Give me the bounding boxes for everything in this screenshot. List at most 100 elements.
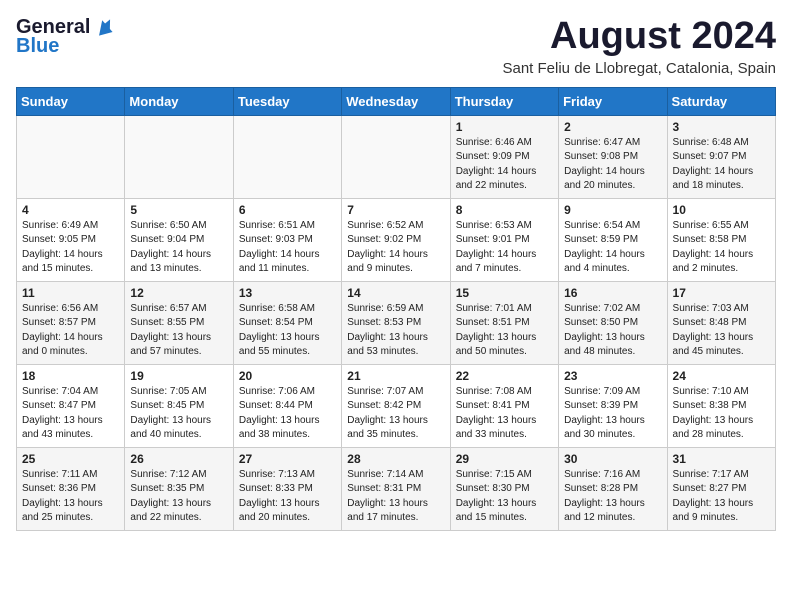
- day-info: Sunrise: 6:59 AMSunset: 8:53 PMDaylight:…: [347, 302, 444, 360]
- day-number: 22: [456, 369, 553, 383]
- day-info: Sunrise: 7:15 AMSunset: 8:30 PMDaylight:…: [456, 468, 553, 526]
- calendar-week-5: 25 Sunrise: 7:11 AMSunset: 8:36 PMDayligh…: [17, 447, 776, 530]
- calendar-week-3: 11 Sunrise: 6:56 AMSunset: 8:57 PMDayligh…: [17, 281, 776, 364]
- day-number: 19: [130, 369, 227, 383]
- day-number: 10: [673, 203, 770, 217]
- day-number: 28: [347, 452, 444, 466]
- col-sunday: Sunday: [17, 87, 125, 115]
- day-number: 31: [673, 452, 770, 466]
- day-info: Sunrise: 7:17 AMSunset: 8:27 PMDaylight:…: [673, 468, 770, 526]
- page-header: General Blue August 2024 Sant Feliu de L…: [16, 16, 776, 77]
- day-info: Sunrise: 7:04 AMSunset: 8:47 PMDaylight:…: [22, 385, 119, 443]
- day-number: 7: [347, 203, 444, 217]
- calendar-cell-w3-d0: 11 Sunrise: 6:56 AMSunset: 8:57 PMDayligh…: [17, 281, 125, 364]
- calendar-cell-w3-d4: 15 Sunrise: 7:01 AMSunset: 8:51 PMDayligh…: [450, 281, 558, 364]
- day-info: Sunrise: 6:49 AMSunset: 9:05 PMDaylight:…: [22, 219, 119, 277]
- day-info: Sunrise: 7:02 AMSunset: 8:50 PMDaylight:…: [564, 302, 661, 360]
- col-monday: Monday: [125, 87, 233, 115]
- calendar-cell-w1-d6: 3 Sunrise: 6:48 AMSunset: 9:07 PMDaylight…: [667, 115, 775, 198]
- calendar-cell-w2-d2: 6Sunrise: 6:51 AMSunset: 9:03 PMDaylight…: [233, 198, 341, 281]
- calendar-cell-w5-d6: 31 Sunrise: 7:17 AMSunset: 8:27 PMDayligh…: [667, 447, 775, 530]
- logo-blue-text: Blue: [16, 35, 59, 58]
- col-saturday: Saturday: [667, 87, 775, 115]
- day-info: Sunrise: 7:12 AMSunset: 8:35 PMDaylight:…: [130, 468, 227, 526]
- col-friday: Friday: [559, 87, 667, 115]
- day-number: 11: [22, 286, 119, 300]
- day-number: 13: [239, 286, 336, 300]
- calendar-cell-w2-d6: 10Sunrise: 6:55 AMSunset: 8:58 PMDayligh…: [667, 198, 775, 281]
- day-number: 29: [456, 452, 553, 466]
- calendar-cell-w3-d6: 17Sunrise: 7:03 AMSunset: 8:48 PMDayligh…: [667, 281, 775, 364]
- calendar-cell-w4-d2: 20 Sunrise: 7:06 AMSunset: 8:44 PMDayligh…: [233, 364, 341, 447]
- logo-bird-icon: [93, 16, 115, 38]
- calendar-cell-w1-d4: 1Sunrise: 6:46 AMSunset: 9:09 PMDaylight…: [450, 115, 558, 198]
- day-number: 5: [130, 203, 227, 217]
- day-info: Sunrise: 6:53 AMSunset: 9:01 PMDaylight:…: [456, 219, 553, 277]
- day-info: Sunrise: 7:01 AMSunset: 8:51 PMDaylight:…: [456, 302, 553, 360]
- day-info: Sunrise: 7:11 AMSunset: 8:36 PMDaylight:…: [22, 468, 119, 526]
- col-wednesday: Wednesday: [342, 87, 450, 115]
- day-info: Sunrise: 7:08 AMSunset: 8:41 PMDaylight:…: [456, 385, 553, 443]
- day-number: 30: [564, 452, 661, 466]
- logo: General Blue: [16, 16, 115, 58]
- calendar-cell-w4-d1: 19 Sunrise: 7:05 AMSunset: 8:45 PMDayligh…: [125, 364, 233, 447]
- calendar-cell-w1-d1: [125, 115, 233, 198]
- day-number: 17: [673, 286, 770, 300]
- day-info: Sunrise: 6:46 AMSunset: 9:09 PMDaylight:…: [456, 136, 553, 194]
- day-info: Sunrise: 7:13 AMSunset: 8:33 PMDaylight:…: [239, 468, 336, 526]
- day-info: Sunrise: 7:07 AMSunset: 8:42 PMDaylight:…: [347, 385, 444, 443]
- day-number: 26: [130, 452, 227, 466]
- day-number: 25: [22, 452, 119, 466]
- day-number: 20: [239, 369, 336, 383]
- day-number: 4: [22, 203, 119, 217]
- day-number: 8: [456, 203, 553, 217]
- title-block: August 2024 Sant Feliu de Llobregat, Cat…: [502, 16, 776, 77]
- day-number: 15: [456, 286, 553, 300]
- calendar-cell-w4-d6: 24Sunrise: 7:10 AMSunset: 8:38 PMDayligh…: [667, 364, 775, 447]
- calendar-cell-w4-d4: 22 Sunrise: 7:08 AMSunset: 8:41 PMDayligh…: [450, 364, 558, 447]
- calendar-cell-w4-d3: 21 Sunrise: 7:07 AMSunset: 8:42 PMDayligh…: [342, 364, 450, 447]
- calendar-cell-w2-d1: 5 Sunrise: 6:50 AMSunset: 9:04 PMDaylight…: [125, 198, 233, 281]
- day-info: Sunrise: 7:05 AMSunset: 8:45 PMDaylight:…: [130, 385, 227, 443]
- day-info: Sunrise: 6:54 AMSunset: 8:59 PMDaylight:…: [564, 219, 661, 277]
- day-number: 12: [130, 286, 227, 300]
- calendar-cell-w1-d2: [233, 115, 341, 198]
- day-info: Sunrise: 6:50 AMSunset: 9:04 PMDaylight:…: [130, 219, 227, 277]
- location-subtitle: Sant Feliu de Llobregat, Catalonia, Spai…: [502, 60, 776, 77]
- calendar-cell-w3-d5: 16 Sunrise: 7:02 AMSunset: 8:50 PMDayligh…: [559, 281, 667, 364]
- day-number: 14: [347, 286, 444, 300]
- day-info: Sunrise: 7:10 AMSunset: 8:38 PMDaylight:…: [673, 385, 770, 443]
- day-number: 21: [347, 369, 444, 383]
- calendar-cell-w1-d5: 2Sunrise: 6:47 AMSunset: 9:08 PMDaylight…: [559, 115, 667, 198]
- month-title: August 2024: [502, 16, 776, 58]
- day-number: 2: [564, 120, 661, 134]
- calendar-header-row: Sunday Monday Tuesday Wednesday Thursday…: [17, 87, 776, 115]
- day-info: Sunrise: 6:58 AMSunset: 8:54 PMDaylight:…: [239, 302, 336, 360]
- day-info: Sunrise: 7:09 AMSunset: 8:39 PMDaylight:…: [564, 385, 661, 443]
- calendar-cell-w4-d0: 18Sunrise: 7:04 AMSunset: 8:47 PMDayligh…: [17, 364, 125, 447]
- day-info: Sunrise: 6:52 AMSunset: 9:02 PMDaylight:…: [347, 219, 444, 277]
- day-number: 16: [564, 286, 661, 300]
- day-info: Sunrise: 6:57 AMSunset: 8:55 PMDaylight:…: [130, 302, 227, 360]
- day-info: Sunrise: 6:51 AMSunset: 9:03 PMDaylight:…: [239, 219, 336, 277]
- day-number: 23: [564, 369, 661, 383]
- calendar-cell-w5-d0: 25 Sunrise: 7:11 AMSunset: 8:36 PMDayligh…: [17, 447, 125, 530]
- day-info: Sunrise: 7:16 AMSunset: 8:28 PMDaylight:…: [564, 468, 661, 526]
- calendar-cell-w5-d5: 30 Sunrise: 7:16 AMSunset: 8:28 PMDayligh…: [559, 447, 667, 530]
- calendar-cell-w3-d3: 14 Sunrise: 6:59 AMSunset: 8:53 PMDayligh…: [342, 281, 450, 364]
- day-number: 3: [673, 120, 770, 134]
- calendar-cell-w2-d3: 7 Sunrise: 6:52 AMSunset: 9:02 PMDaylight…: [342, 198, 450, 281]
- col-tuesday: Tuesday: [233, 87, 341, 115]
- calendar-cell-w3-d2: 13 Sunrise: 6:58 AMSunset: 8:54 PMDayligh…: [233, 281, 341, 364]
- day-info: Sunrise: 7:06 AMSunset: 8:44 PMDaylight:…: [239, 385, 336, 443]
- calendar-cell-w1-d0: [17, 115, 125, 198]
- col-thursday: Thursday: [450, 87, 558, 115]
- day-number: 9: [564, 203, 661, 217]
- calendar-table: Sunday Monday Tuesday Wednesday Thursday…: [16, 87, 776, 531]
- day-info: Sunrise: 6:48 AMSunset: 9:07 PMDaylight:…: [673, 136, 770, 194]
- calendar-cell-w5-d3: 28Sunrise: 7:14 AMSunset: 8:31 PMDayligh…: [342, 447, 450, 530]
- calendar-cell-w2-d5: 9 Sunrise: 6:54 AMSunset: 8:59 PMDaylight…: [559, 198, 667, 281]
- day-number: 27: [239, 452, 336, 466]
- calendar-cell-w1-d3: [342, 115, 450, 198]
- day-info: Sunrise: 6:56 AMSunset: 8:57 PMDaylight:…: [22, 302, 119, 360]
